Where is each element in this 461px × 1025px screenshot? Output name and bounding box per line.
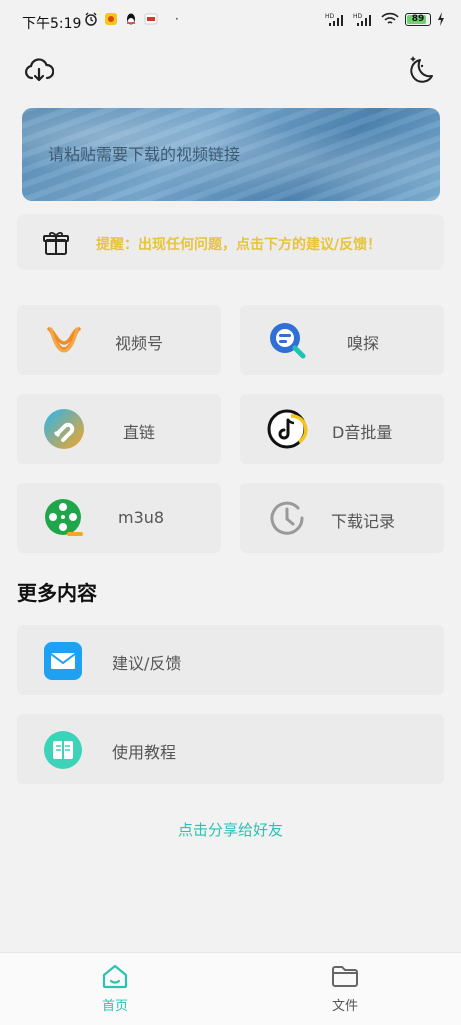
status-time: 下午5:19 xyxy=(22,16,82,32)
tile-wechat-channels[interactable]: 视频号 xyxy=(17,305,221,375)
tutorial-item[interactable]: 使用教程 xyxy=(17,714,444,784)
svg-text:HD: HD xyxy=(325,13,335,20)
battery-indicator: 89 xyxy=(405,12,431,26)
folder-icon xyxy=(332,966,358,987)
tile-label: 下载记录 xyxy=(331,512,396,531)
status-dot: · xyxy=(175,12,179,26)
item-label: 建议/反馈 xyxy=(112,654,182,673)
gift-icon xyxy=(43,231,69,255)
charging-icon xyxy=(438,12,444,26)
status-system-icons: HD HD 89 xyxy=(325,12,445,26)
qq-icon xyxy=(127,13,135,25)
video-url-input[interactable] xyxy=(46,144,410,165)
nav-home[interactable]: 首页 xyxy=(75,963,155,1014)
history-clock-icon xyxy=(270,501,304,535)
tile-direct-link[interactable]: 直链 xyxy=(17,394,221,464)
item-label: 使用教程 xyxy=(112,743,177,762)
tile-label: D音批量 xyxy=(332,423,393,442)
tile-label: 视频号 xyxy=(115,334,164,353)
tile-label: 直链 xyxy=(123,423,156,442)
svg-text:HD: HD xyxy=(353,13,363,20)
tile-label: m3u8 xyxy=(118,508,165,527)
mail-icon xyxy=(44,642,82,680)
tile-m3u8[interactable]: m3u8 xyxy=(17,483,221,553)
tile-sniff[interactable]: 嗅探 xyxy=(240,305,444,375)
wechat-channels-icon xyxy=(47,327,81,353)
battery-level: 89 xyxy=(411,14,425,24)
more-section-title: 更多内容 xyxy=(17,581,97,605)
book-icon xyxy=(44,731,82,769)
nav-files[interactable]: 文件 xyxy=(305,963,385,1014)
wifi-icon xyxy=(381,12,399,24)
nav-files-label: 文件 xyxy=(331,999,358,1014)
home-icon xyxy=(102,964,128,989)
share-link[interactable]: 点击分享给好友 xyxy=(0,819,461,840)
tile-label: 嗅探 xyxy=(347,334,380,353)
night-mode-icon[interactable] xyxy=(406,52,442,88)
bottom-nav: 首页 文件 xyxy=(0,952,461,1025)
url-input-banner[interactable] xyxy=(22,108,440,201)
nav-home-label: 首页 xyxy=(101,999,128,1014)
film-reel-icon xyxy=(45,499,83,536)
sniff-search-icon xyxy=(270,323,306,359)
tile-download-history[interactable]: 下载记录 xyxy=(240,483,444,553)
douyin-music-icon xyxy=(267,409,308,449)
app-notification-icon xyxy=(105,13,117,25)
news-app-icon xyxy=(144,13,158,25)
magnet-link-icon xyxy=(44,409,84,449)
signal-hd-2-icon: HD xyxy=(353,13,371,26)
status-notifications xyxy=(84,12,158,26)
status-bar: 下午5:19 · HD HD 89 xyxy=(0,0,461,42)
signal-hd-icon: HD xyxy=(325,13,343,26)
notice-text: 提醒：出现任何问题，点击下方的建议/反馈！ xyxy=(96,237,382,253)
feedback-item[interactable]: 建议/反馈 xyxy=(17,625,444,695)
alarm-icon xyxy=(85,12,97,26)
notice-bar: 提醒：出现任何问题，点击下方的建议/反馈！ xyxy=(17,214,444,270)
tile-douyin-batch[interactable]: D音批量 xyxy=(240,394,444,464)
cloud-download-icon[interactable] xyxy=(24,58,54,84)
